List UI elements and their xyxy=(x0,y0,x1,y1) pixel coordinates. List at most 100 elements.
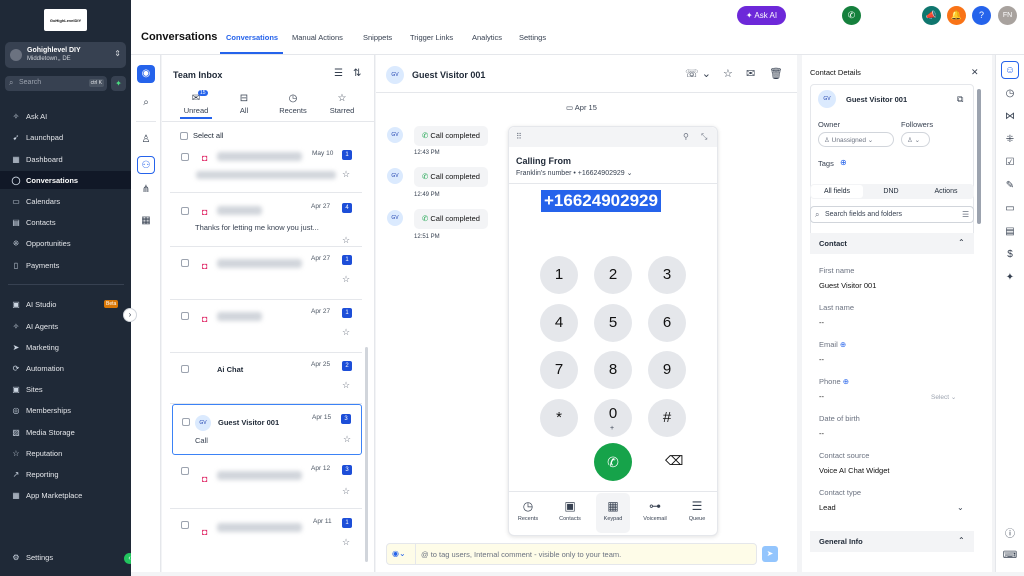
open-external-icon[interactable]: ⧉ xyxy=(957,94,963,105)
help-icon[interactable]: ? xyxy=(972,6,991,25)
select-all-checkbox[interactable] xyxy=(180,132,188,140)
call-options-icon[interactable]: ☏ ⌄ xyxy=(685,67,711,80)
sidebar-search[interactable]: ⌕ Search ctrl K xyxy=(5,76,107,91)
keypad-5[interactable]: 5 xyxy=(594,304,632,342)
sort-icon[interactable]: ⇅ xyxy=(353,68,361,79)
tab-snippets[interactable]: Snippets xyxy=(363,33,392,42)
sidebar-item-payments[interactable]: ▯ Payments xyxy=(0,256,131,274)
row-checkbox[interactable] xyxy=(181,365,189,373)
send-icon[interactable]: ➤ xyxy=(762,546,778,562)
location-switcher[interactable]: Gohighlevel DIY Middletown,, DE ⇕ xyxy=(5,42,126,68)
star-icon[interactable]: ☆ xyxy=(342,537,350,548)
history-icon[interactable]: ◷ xyxy=(1001,85,1019,103)
row-checkbox[interactable] xyxy=(181,207,189,215)
sidebar-item-marketing[interactable]: ➤ Marketing xyxy=(0,338,131,356)
star-icon[interactable]: ☆ xyxy=(343,434,351,445)
tab-manual-actions[interactable]: Manual Actions xyxy=(292,33,343,42)
phone-icon[interactable]: ✆ xyxy=(842,6,861,25)
pin-icon[interactable]: ⚲ xyxy=(683,132,689,141)
close-icon[interactable]: ✕ xyxy=(971,67,979,78)
sidebar-item-settings[interactable]: ⚙ Settings xyxy=(0,548,131,566)
add-tag-icon[interactable]: ⊕ xyxy=(840,158,847,167)
search-icon[interactable]: ⌕ xyxy=(137,94,155,112)
list-item[interactable]: ◘ Apr 27 4 Thanks for letting me know yo… xyxy=(170,195,362,247)
list-item[interactable]: ◘ Apr 27 1 ☆ xyxy=(170,248,362,300)
bell-icon[interactable]: 🔔 xyxy=(947,6,966,25)
section-contact[interactable]: Contact ⌃ xyxy=(810,233,974,254)
tab-recents[interactable]: ◷ Recents xyxy=(273,93,313,115)
list-item[interactable]: Ai Chat Apr 25 2 ☆ xyxy=(170,354,362,404)
calendar-icon[interactable]: ▦ xyxy=(137,212,155,230)
list-item[interactable]: ◘ Apr 27 1 ☆ xyxy=(170,301,362,353)
field-value[interactable]: -- xyxy=(819,429,824,438)
sparkle-icon[interactable]: ✦ xyxy=(1001,269,1019,287)
sidebar-item-reputation[interactable]: ☆ Reputation xyxy=(0,444,131,462)
scrollbar[interactable] xyxy=(977,89,981,224)
tab-actions[interactable]: Actions xyxy=(920,185,972,198)
field-value[interactable]: Guest Visitor 001 xyxy=(819,281,876,290)
tab-all[interactable]: ⊟ All xyxy=(224,93,264,115)
trash-icon[interactable]: 🗑 xyxy=(769,67,783,80)
scrollbar[interactable] xyxy=(365,347,368,562)
drag-handle-icon[interactable]: ⠿ xyxy=(516,132,522,141)
workflow-icon[interactable]: ⋈ xyxy=(1001,108,1019,126)
from-number-select[interactable]: Franklin's number • +16624902929 ⌄ xyxy=(516,169,632,177)
expand-icon[interactable]: › xyxy=(123,308,137,322)
row-checkbox[interactable] xyxy=(182,418,190,426)
keypad-3[interactable]: 3 xyxy=(648,256,686,294)
tab-analytics[interactable]: Analytics xyxy=(472,33,502,42)
tab-starred[interactable]: ☆ Starred xyxy=(322,93,362,115)
compose-bar[interactable]: ◉⌄ @ to tag users, Internal comment - vi… xyxy=(386,543,757,565)
tab-contacts[interactable]: ▣ Contacts xyxy=(552,499,588,522)
owner-select[interactable]: ♙ Unassigned ⌄ xyxy=(818,132,894,147)
sidebar-item-ask-ai[interactable]: ✧ Ask AI xyxy=(0,107,131,125)
row-checkbox[interactable] xyxy=(181,259,189,267)
calendar-icon[interactable]: ▭ xyxy=(1001,200,1019,218)
field-value[interactable]: Lead xyxy=(819,503,836,512)
quick-action-icon[interactable]: ✦ xyxy=(111,76,126,91)
sidebar-item-app-marketplace[interactable]: ▦ App Marketplace xyxy=(0,486,131,504)
list-item-selected[interactable]: GV Guest Visitor 001 Apr 15 3 Call ☆ xyxy=(172,404,362,455)
field-search-input[interactable]: Search fields and folders xyxy=(825,211,902,218)
sidebar-item-conversations[interactable]: ◯ Conversations xyxy=(0,171,131,189)
notes-icon[interactable]: ✎ xyxy=(1001,177,1019,195)
list-item[interactable]: ◘ May 10 1 ☆ xyxy=(170,143,362,193)
filter-icon[interactable]: ☰ xyxy=(962,210,969,219)
mail-icon[interactable]: ✉ xyxy=(746,67,755,80)
sidebar-item-automation[interactable]: ⟳ Automation xyxy=(0,359,131,377)
sidebar-item-reporting[interactable]: ↗ Reporting xyxy=(0,465,131,483)
tab-keypad[interactable]: ▦ Keypad xyxy=(595,499,631,522)
keypad-star[interactable]: * xyxy=(540,399,578,437)
minimize-icon[interactable]: ⤡ xyxy=(701,132,707,142)
contact-icon[interactable]: ☺ xyxy=(1001,61,1019,79)
tab-all-fields[interactable]: All fields xyxy=(811,185,863,198)
tab-recents[interactable]: ◷ Recents xyxy=(510,499,546,522)
brand-logo[interactable]: GoHighLevelDIY xyxy=(44,9,87,31)
keypad-2[interactable]: 2 xyxy=(594,256,632,294)
followers-select[interactable]: ♙ ⌄ xyxy=(901,132,930,147)
field-value[interactable]: -- xyxy=(819,392,824,401)
keypad-hash[interactable]: # xyxy=(648,399,686,437)
phone-type-select[interactable]: Select ⌄ xyxy=(931,393,956,401)
payments-icon[interactable]: $ xyxy=(1001,246,1019,264)
add-icon[interactable]: ⊕ xyxy=(841,377,849,386)
section-general-info[interactable]: General Info ⌃ xyxy=(810,531,974,552)
tab-voicemail[interactable]: ⊶ Voicemail xyxy=(637,499,673,522)
avatar[interactable]: FN xyxy=(998,6,1017,25)
row-checkbox[interactable] xyxy=(181,312,189,320)
user-icon[interactable]: ♙ xyxy=(137,131,155,149)
star-icon[interactable]: ☆ xyxy=(342,327,350,338)
documents-icon[interactable]: ▤ xyxy=(1001,223,1019,241)
info-icon[interactable]: ⓘ xyxy=(1001,526,1019,544)
dialed-number[interactable]: +16624902929 xyxy=(541,190,661,212)
keypad-4[interactable]: 4 xyxy=(540,304,578,342)
sidebar-item-sites[interactable]: ▣ Sites xyxy=(0,380,131,398)
megaphone-icon[interactable]: 📣 xyxy=(922,6,941,25)
star-icon[interactable]: ☆ xyxy=(342,274,350,285)
sidebar-item-launchpad[interactable]: ➹ Launchpad xyxy=(0,128,131,146)
field-value[interactable]: -- xyxy=(819,318,824,327)
keypad-8[interactable]: 8 xyxy=(594,351,632,389)
tab-dnd[interactable]: DND xyxy=(865,185,917,198)
field-value[interactable]: Voice AI Chat Widget xyxy=(819,466,889,475)
sidebar-item-dashboard[interactable]: ▦ Dashboard xyxy=(0,150,131,168)
